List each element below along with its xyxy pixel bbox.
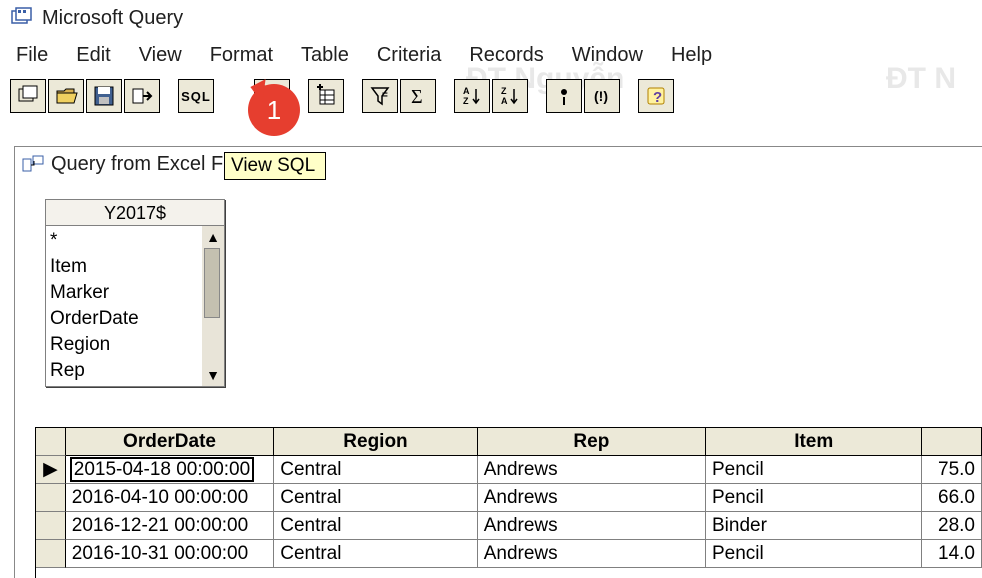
cell-orderdate[interactable]: 2015-04-18 00:00:00 — [66, 456, 274, 484]
save-button[interactable] — [86, 79, 122, 113]
menu-file[interactable]: File — [16, 44, 48, 67]
criteria-equals-button[interactable]: = — [362, 79, 398, 113]
cell-value[interactable]: 66.0 — [922, 484, 982, 512]
row-selector[interactable] — [36, 540, 66, 568]
sort-desc-button[interactable]: ZA — [492, 79, 528, 113]
field-list-items[interactable]: * Item Marker OrderDate Region Rep — [46, 226, 202, 386]
sort-asc-button[interactable]: AZ — [454, 79, 490, 113]
totals-button[interactable]: Σ — [400, 79, 436, 113]
col-header-region[interactable]: Region — [274, 428, 477, 456]
cell-value[interactable]: 75.0 — [922, 456, 982, 484]
field-list-tablename[interactable]: Y2017$ — [46, 200, 224, 226]
menu-format[interactable]: Format — [210, 44, 273, 67]
annotation-label: 1 — [267, 95, 281, 126]
scroll-down-icon[interactable]: ▼ — [202, 364, 224, 386]
cell-region[interactable]: Central — [274, 484, 477, 512]
grid-corner[interactable] — [36, 428, 66, 456]
titlebar: Microsoft Query — [0, 0, 982, 34]
app-title: Microsoft Query — [42, 7, 183, 30]
cell-rep[interactable]: Andrews — [478, 512, 706, 540]
field-item[interactable]: Region — [50, 332, 198, 358]
toolbar: SQL = Σ AZ ZA (!) ? — [0, 77, 982, 119]
svg-text:A: A — [463, 86, 470, 96]
menu-help[interactable]: Help — [671, 44, 712, 67]
table-row: 2016-12-21 00:00:00 Central Andrews Bind… — [36, 512, 982, 540]
svg-text:Σ: Σ — [411, 86, 423, 108]
row-selector[interactable] — [36, 484, 66, 512]
annotation-balloon: 1 — [248, 84, 308, 144]
menubar: File Edit View Format Table Criteria Rec… — [0, 34, 982, 77]
menu-records[interactable]: Records — [469, 44, 543, 67]
app-icon — [10, 6, 34, 30]
tooltip-view-sql: View SQL — [224, 152, 326, 180]
cell-region[interactable]: Central — [274, 512, 477, 540]
add-tables-button[interactable] — [308, 79, 344, 113]
field-list-scrollbar[interactable]: ▲ ▼ — [202, 226, 224, 386]
field-item[interactable]: Marker — [50, 280, 198, 306]
pane-splitter[interactable] — [15, 417, 982, 423]
auto-query-button[interactable]: (!) — [584, 79, 620, 113]
menu-table[interactable]: Table — [301, 44, 349, 67]
svg-text:(!): (!) — [594, 88, 608, 104]
cell-orderdate[interactable]: 2016-10-31 00:00:00 — [66, 540, 274, 568]
open-button[interactable] — [48, 79, 84, 113]
cell-region[interactable]: Central — [274, 456, 477, 484]
cell-value[interactable]: 14.0 — [922, 540, 982, 568]
row-selector-current[interactable]: ▶ — [36, 456, 66, 484]
cell-rep[interactable]: Andrews — [478, 484, 706, 512]
view-sql-button[interactable]: SQL — [178, 79, 214, 113]
cell-item[interactable]: Pencil — [706, 456, 922, 484]
child-title: Query from Excel Files — [51, 153, 253, 176]
field-item[interactable]: Rep — [50, 358, 198, 384]
return-data-button[interactable] — [124, 79, 160, 113]
child-window: Query from Excel Files Y2017$ * Item Mar… — [14, 146, 982, 578]
cell-item[interactable]: Pencil — [706, 484, 922, 512]
cell-rep[interactable]: Andrews — [478, 540, 706, 568]
grid-header-row: OrderDate Region Rep Item — [36, 428, 982, 456]
field-item[interactable]: * — [50, 228, 198, 254]
menu-edit[interactable]: Edit — [76, 44, 110, 67]
row-selector[interactable] — [36, 512, 66, 540]
col-header-orderdate[interactable]: OrderDate — [66, 428, 274, 456]
field-item[interactable]: Item — [50, 254, 198, 280]
new-query-button[interactable] — [10, 79, 46, 113]
svg-text:Z: Z — [463, 96, 469, 106]
table-row: 2016-04-10 00:00:00 Central Andrews Penc… — [36, 484, 982, 512]
child-icon — [21, 153, 45, 182]
cell-region[interactable]: Central — [274, 540, 477, 568]
cell-orderdate[interactable]: 2016-12-21 00:00:00 — [66, 512, 274, 540]
col-header-item[interactable]: Item — [706, 428, 922, 456]
svg-text:Z: Z — [501, 86, 507, 96]
cell-item[interactable]: Binder — [706, 512, 922, 540]
menu-criteria[interactable]: Criteria — [377, 44, 441, 67]
scroll-thumb[interactable] — [204, 248, 220, 318]
table-row: ▶ 2015-04-18 00:00:00 Central Andrews Pe… — [36, 456, 982, 484]
help-button[interactable]: ? — [638, 79, 674, 113]
query-now-button[interactable] — [546, 79, 582, 113]
field-item[interactable]: OrderDate — [50, 306, 198, 332]
svg-text:?: ? — [653, 89, 662, 106]
svg-text:A: A — [501, 96, 508, 106]
cell-orderdate[interactable]: 2016-04-10 00:00:00 — [66, 484, 274, 512]
cell-item[interactable]: Pencil — [706, 540, 922, 568]
cell-rep[interactable]: Andrews — [478, 456, 706, 484]
menu-window[interactable]: Window — [572, 44, 643, 67]
col-header-extra[interactable] — [922, 428, 982, 456]
cell-value[interactable]: 28.0 — [922, 512, 982, 540]
table-row: 2016-10-31 00:00:00 Central Andrews Penc… — [36, 540, 982, 568]
field-list: Y2017$ * Item Marker OrderDate Region Re… — [45, 199, 225, 387]
col-header-rep[interactable]: Rep — [478, 428, 706, 456]
menu-view[interactable]: View — [139, 44, 182, 67]
svg-text:=: = — [382, 90, 388, 101]
results-grid: OrderDate Region Rep Item ▶ 2015-04-18 0… — [35, 427, 982, 578]
scroll-up-icon[interactable]: ▲ — [202, 226, 224, 248]
